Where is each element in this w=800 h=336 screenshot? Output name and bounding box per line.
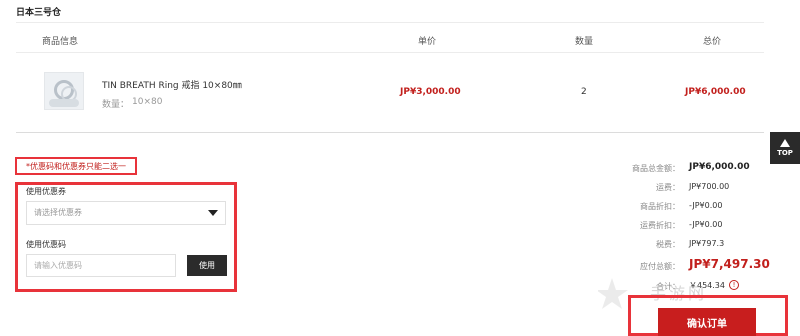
divider (16, 132, 764, 133)
summary-value-shipping: JP¥700.00 (689, 182, 730, 191)
product-name[interactable]: TIN BREATH Ring 戒指 10×80㎜ (102, 78, 242, 91)
column-header-info: 商品信息 (42, 37, 79, 47)
divider (16, 52, 764, 53)
product-spec-label: 数量： (102, 100, 130, 110)
summary-value-subtotal: JP¥6,000.00 (689, 162, 750, 172)
coupon-label: 使用优惠券 (26, 187, 66, 196)
quantity-value: 2 (581, 87, 587, 97)
unit-price: JP¥3,000.00 (400, 87, 461, 97)
summary-label-subtotal: 商品总金额： (632, 164, 680, 173)
column-header-unit-price: 单价 (418, 37, 437, 47)
column-header-total: 总价 (703, 37, 722, 47)
amount-due: JP¥7,497.30 (689, 257, 770, 271)
summary-label-item-discount: 商品折扣： (640, 202, 680, 211)
arrow-up-icon (780, 139, 790, 147)
item-total-price: JP¥6,000.00 (685, 87, 746, 97)
product-thumbnail[interactable] (44, 72, 84, 110)
caret-down-icon[interactable] (208, 210, 218, 216)
divider (16, 22, 764, 23)
coupon-code-input[interactable] (26, 254, 176, 277)
summary-label-shipping: 运费： (656, 183, 680, 192)
coupon-select-placeholder[interactable]: 请选择优惠券 (34, 207, 82, 218)
summary-value-item-discount: -JP¥0.00 (689, 201, 723, 210)
summary-value-shipping-discount: -JP¥0.00 (689, 220, 723, 229)
coupon-code-label: 使用优惠码 (26, 240, 66, 249)
summary-label-tax: 税费： (656, 240, 680, 249)
summary-value-tax: JP¥797.3 (689, 239, 725, 248)
ring-shadow (49, 99, 79, 107)
coupon-note: *优惠码和优惠券只能二选一 (26, 162, 126, 171)
column-header-quantity: 数量 (575, 37, 594, 47)
warehouse-title: 日本三号仓 (16, 8, 62, 18)
summary-label-shipping-discount: 运费折扣： (640, 221, 680, 230)
back-to-top-label: TOP (777, 149, 793, 157)
product-spec-value: 10×80 (132, 97, 163, 107)
confirm-order-button[interactable]: 确认订单 (658, 308, 756, 336)
back-to-top-button[interactable]: TOP (770, 132, 800, 164)
use-code-button[interactable]: 使用 (187, 255, 227, 276)
summary-label-amount-due: 应付总额： (640, 262, 680, 271)
